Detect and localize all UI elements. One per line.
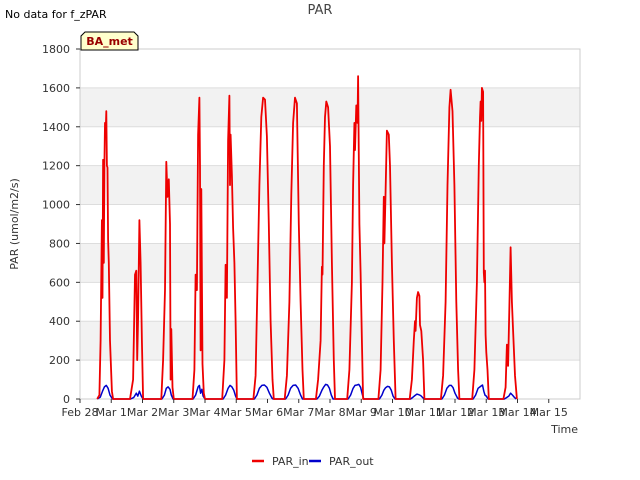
legend-label-par-in: PAR_in: [272, 455, 309, 468]
x-tick-label: Mar 9: [346, 406, 377, 419]
par-chart: 0 200 400 600 800 1000 1200 1400 1600 1800 Feb 28…: [8, 31, 581, 468]
y-tick-label: 1600: [42, 82, 70, 95]
x-tick-label: Mar 6: [252, 406, 283, 419]
y-tick-label: 1400: [42, 121, 70, 134]
y-tick-label: 1000: [42, 199, 70, 212]
x-tick-label: Feb 28: [62, 406, 99, 419]
background-band: [80, 87, 580, 127]
x-tick-label: Mar 5: [221, 406, 252, 419]
y-tick-label: 800: [49, 237, 70, 250]
y-tick-label: 400: [49, 315, 70, 328]
y-tick-label: 1200: [42, 160, 70, 173]
background-band: [80, 321, 580, 361]
x-tick-label: Mar 8: [314, 406, 345, 419]
legend-label-par-out: PAR_out: [329, 455, 374, 468]
series-line-par-out: [96, 383, 517, 400]
y-tick-label: 1800: [42, 43, 70, 56]
x-tick-label: Mar 1: [96, 406, 127, 419]
y-tick-label: 0: [63, 393, 70, 406]
y-axis-label: PAR (umol/m2/s): [8, 178, 21, 270]
x-tick-label: Mar 3: [158, 406, 189, 419]
legend: PAR_in PAR_out: [252, 455, 374, 468]
y-axis-ticks: 0 200 400 600 800 1000 1200 1400 1600 1800: [42, 43, 80, 406]
y-tick-label: 600: [49, 276, 70, 289]
site-badge: BA_met: [80, 31, 139, 51]
x-tick-label: Mar 4: [189, 406, 220, 419]
x-axis-label: Time: [550, 423, 578, 436]
x-tick-label: Mar 15: [530, 406, 568, 419]
x-tick-label: Mar 7: [283, 406, 314, 419]
x-axis-ticks: Feb 28Mar 1 Mar 2 Mar 3 Mar 4 Mar 5 Mar 6 Mar …: [62, 399, 568, 419]
x-tick-label: Mar 2: [127, 406, 158, 419]
y-tick-label: 200: [49, 354, 70, 367]
badge-label: BA_met: [86, 35, 133, 48]
background-band: [80, 243, 580, 283]
